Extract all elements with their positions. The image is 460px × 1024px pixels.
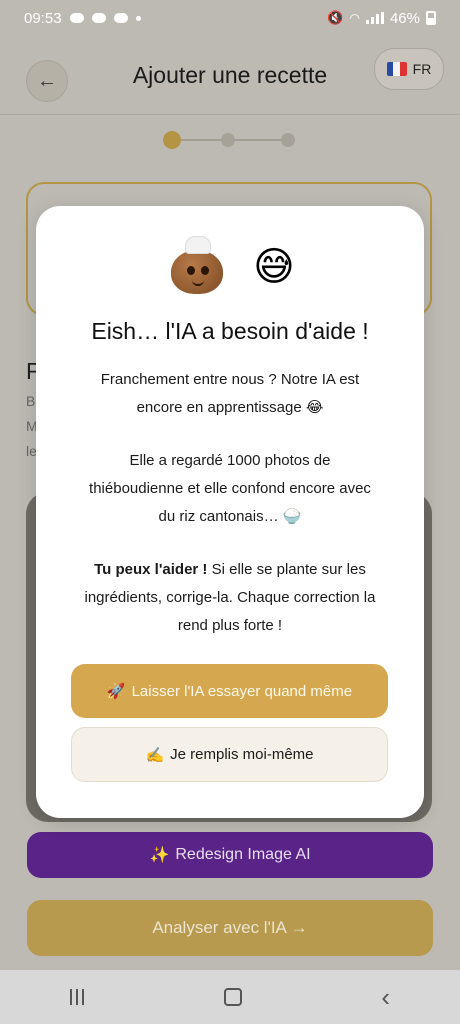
step-3: [281, 133, 295, 147]
wifi-icon: ◠: [349, 11, 360, 25]
battery-percent: 46%: [389, 9, 420, 27]
fill-myself-button[interactable]: ✍️ Je remplis moi-même: [71, 727, 388, 782]
app-header: ← Ajouter une recette FR: [0, 44, 460, 114]
let-ai-try-button[interactable]: 🚀 Laisser l'IA essayer quand même: [71, 664, 388, 718]
france-flag-icon: [386, 62, 407, 76]
header-divider: [0, 114, 460, 115]
writing-hand-icon: ✍️: [145, 746, 165, 764]
modal-paragraph-1: Franchement entre nous ? Notre IA est en…: [66, 366, 394, 422]
language-selector[interactable]: FR: [374, 48, 444, 90]
modal-paragraph-2: Elle a regardé 1000 photos de thiéboudie…: [66, 447, 394, 531]
step-1-active: [163, 131, 181, 149]
modal-paragraph-3: Tu peux l'aider ! Si elle se plante sur …: [66, 556, 394, 640]
modal-text-line: encore en apprentissage 😂: [136, 399, 324, 416]
modal-text-line: Elle a regardé 1000 photos de: [129, 452, 331, 469]
home-icon[interactable]: [223, 988, 242, 1006]
signal-icon: [365, 12, 384, 24]
modal-text-span: Si elle se plante sur les: [207, 561, 366, 578]
sparkles-icon: ✨: [149, 847, 170, 864]
status-bar: 09:53 🔇 ◠ 46%: [0, 0, 460, 36]
notification-icon: [91, 13, 106, 23]
mute-icon: 🔇: [327, 10, 344, 25]
modal-emoji-row: 😅: [36, 236, 424, 298]
step-2: [221, 133, 235, 147]
modal-bold-text: Tu peux l'aider !: [94, 561, 208, 578]
system-back-icon[interactable]: ‹: [381, 984, 390, 1010]
modal-text-line: Tu peux l'aider ! Si elle se plante sur …: [66, 556, 394, 584]
analyse-button[interactable]: Analyser avec l'IA →: [27, 900, 433, 956]
progress-stepper: [163, 130, 295, 150]
modal-text-line: du riz cantonais… 🍚: [158, 508, 302, 525]
fill-myself-label: Je remplis moi-même: [170, 746, 314, 763]
language-code: FR: [412, 61, 432, 77]
chef-mascot-icon: [165, 236, 227, 298]
redesign-label: Redesign Image AI: [175, 846, 311, 863]
modal-text-line: ingrédients, corrige-la. Chaque correcti…: [84, 589, 376, 606]
modal-text-line: Franchement entre nous ? Notre IA est: [100, 371, 360, 388]
redesign-image-button[interactable]: ✨ Redesign Image AI: [27, 832, 433, 878]
notification-icon: [113, 13, 128, 23]
battery-icon: [426, 11, 436, 25]
recent-apps-icon[interactable]: [69, 989, 84, 1005]
analyse-label: Analyser avec l'IA →: [152, 918, 308, 937]
ai-help-modal: 😅 Eish… l'IA a besoin d'aide ! Francheme…: [36, 206, 424, 818]
section-text: B: [26, 393, 36, 409]
rocket-icon: 🚀: [106, 683, 126, 700]
more-notifications-dot: [135, 15, 141, 21]
let-ai-try-label: Laisser l'IA essayer quand même: [131, 682, 353, 700]
modal-title: Eish… l'IA a besoin d'aide !: [91, 318, 369, 344]
status-time: 09:53: [24, 9, 62, 27]
cloud-icon: [69, 13, 84, 23]
modal-text-line: rend plus forte !: [177, 617, 283, 634]
sweat-smile-icon: 😅: [253, 245, 295, 289]
system-navigation-bar: ‹: [0, 970, 460, 1024]
modal-text-line: thiéboudienne et elle confond encore ave…: [89, 480, 371, 497]
